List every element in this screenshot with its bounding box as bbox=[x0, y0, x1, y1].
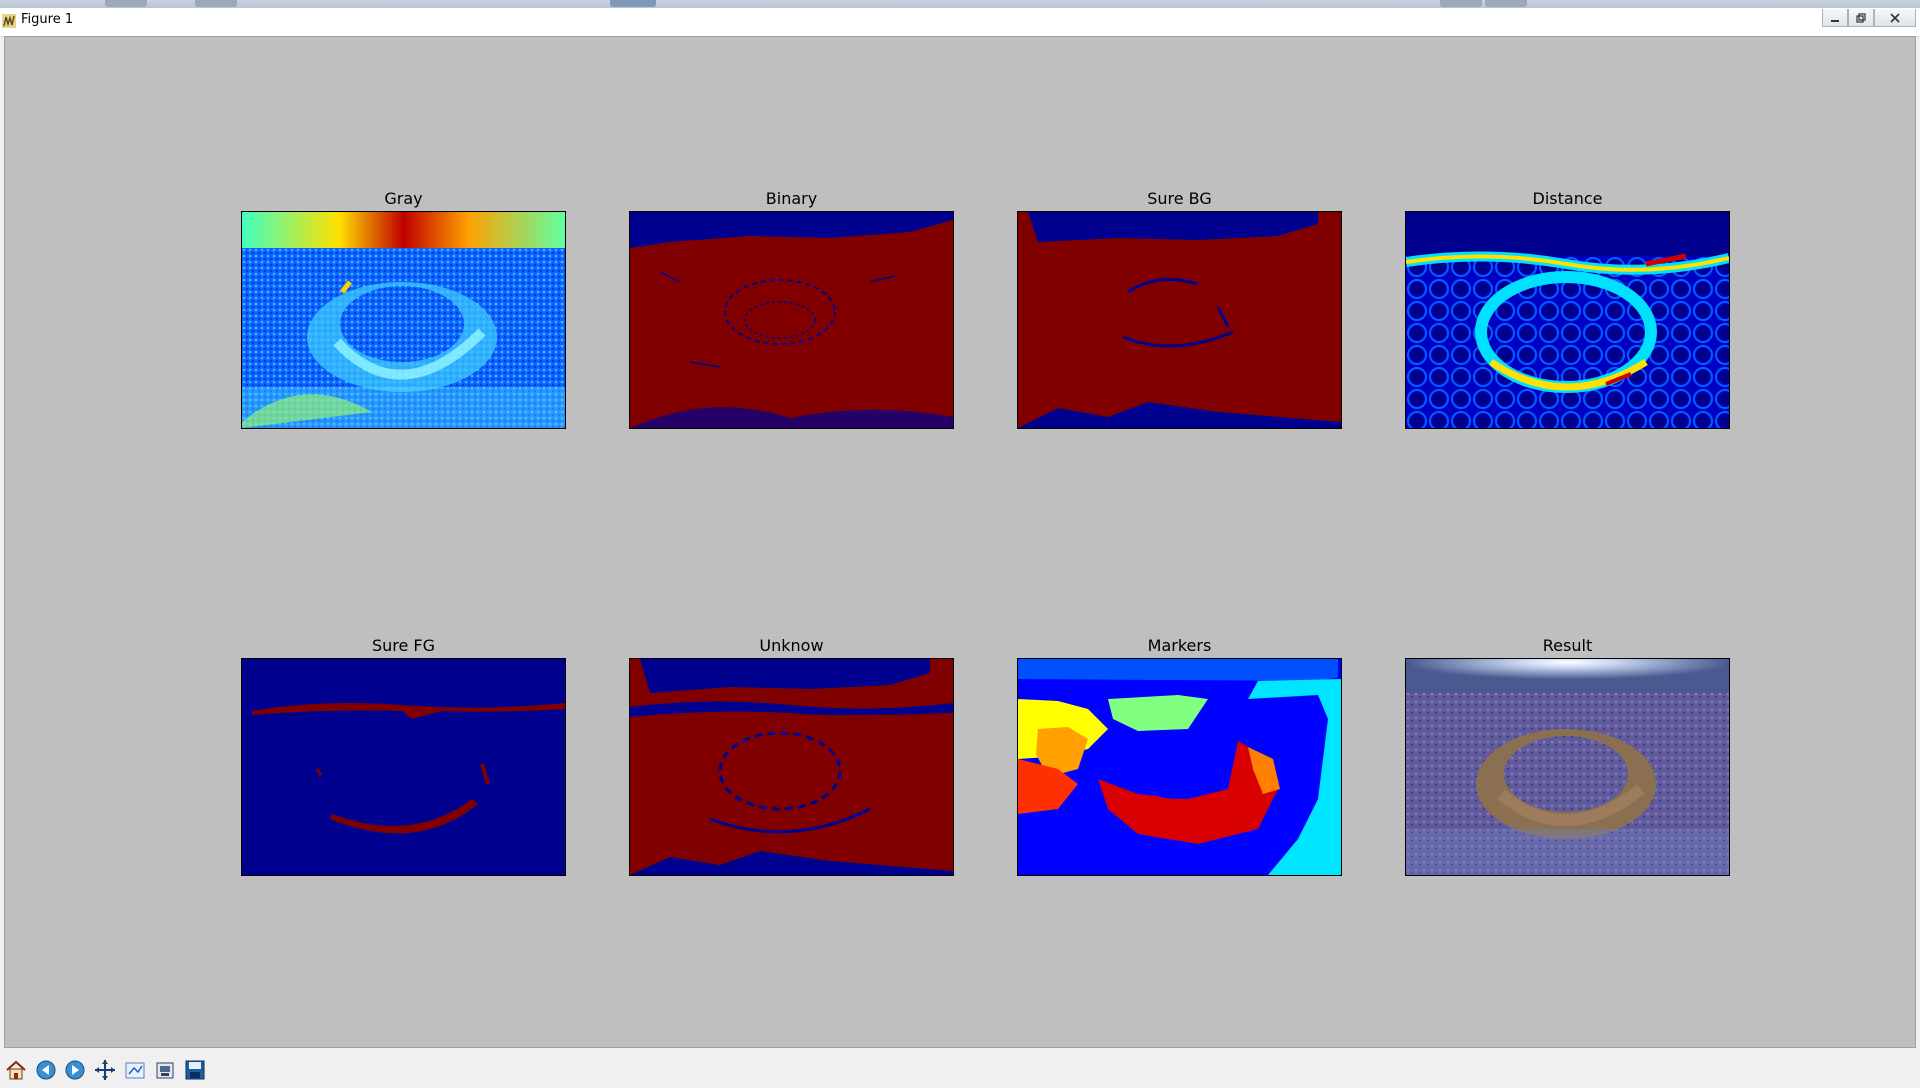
home-button[interactable] bbox=[3, 1057, 29, 1083]
back-button[interactable] bbox=[33, 1057, 59, 1083]
subplot-title: Sure FG bbox=[371, 636, 436, 655]
subplot-title: Distance bbox=[1532, 189, 1603, 208]
zoom-rect-icon bbox=[156, 1062, 174, 1079]
minimize-icon bbox=[1831, 19, 1839, 22]
figure-canvas[interactable]: Gray Binary Sure BG Distance Sure FG Unk… bbox=[4, 36, 1916, 1048]
forward-icon bbox=[65, 1060, 85, 1080]
subplot-title: Binary bbox=[765, 189, 818, 208]
minimize-button[interactable] bbox=[1822, 9, 1848, 27]
subplot-title: Sure BG bbox=[1147, 189, 1212, 208]
subplot-title: Result bbox=[1542, 636, 1593, 655]
taskbar-strip bbox=[0, 0, 1920, 8]
pan-icon bbox=[95, 1060, 115, 1080]
subplots-config-icon bbox=[125, 1062, 145, 1079]
pan-button[interactable] bbox=[92, 1057, 118, 1083]
matplotlib-icon bbox=[2, 14, 16, 28]
distance-image bbox=[1405, 211, 1730, 429]
save-icon bbox=[185, 1060, 205, 1080]
markers-image bbox=[1017, 658, 1342, 876]
gray-image bbox=[241, 211, 566, 429]
subplot-title: Markers bbox=[1147, 636, 1212, 655]
save-button[interactable] bbox=[182, 1057, 208, 1083]
binary-image bbox=[629, 211, 954, 429]
window-controls bbox=[1822, 9, 1916, 27]
close-button[interactable] bbox=[1874, 9, 1916, 27]
figure-window: Figure 1 Gray Binary Sure BG Distance Su… bbox=[0, 0, 1920, 1088]
subplots-config-button[interactable] bbox=[122, 1057, 148, 1083]
forward-button[interactable] bbox=[62, 1057, 88, 1083]
navigation-toolbar bbox=[0, 1052, 1920, 1088]
subplot-title: Unknow bbox=[759, 636, 824, 655]
maximize-button[interactable] bbox=[1848, 9, 1874, 27]
close-icon bbox=[1890, 12, 1900, 23]
unknow-image bbox=[629, 658, 954, 876]
zoom-rect-button[interactable] bbox=[152, 1057, 178, 1083]
window-title: Figure 1 bbox=[21, 12, 74, 27]
result-image bbox=[1405, 658, 1730, 876]
home-icon bbox=[6, 1060, 26, 1080]
title-bar: Figure 1 bbox=[0, 8, 1920, 37]
back-icon bbox=[36, 1060, 56, 1080]
sure-bg-image bbox=[1017, 211, 1342, 429]
sure-fg-image bbox=[241, 658, 566, 876]
subplot-title: Gray bbox=[384, 189, 423, 208]
restore-icon bbox=[1856, 12, 1866, 23]
